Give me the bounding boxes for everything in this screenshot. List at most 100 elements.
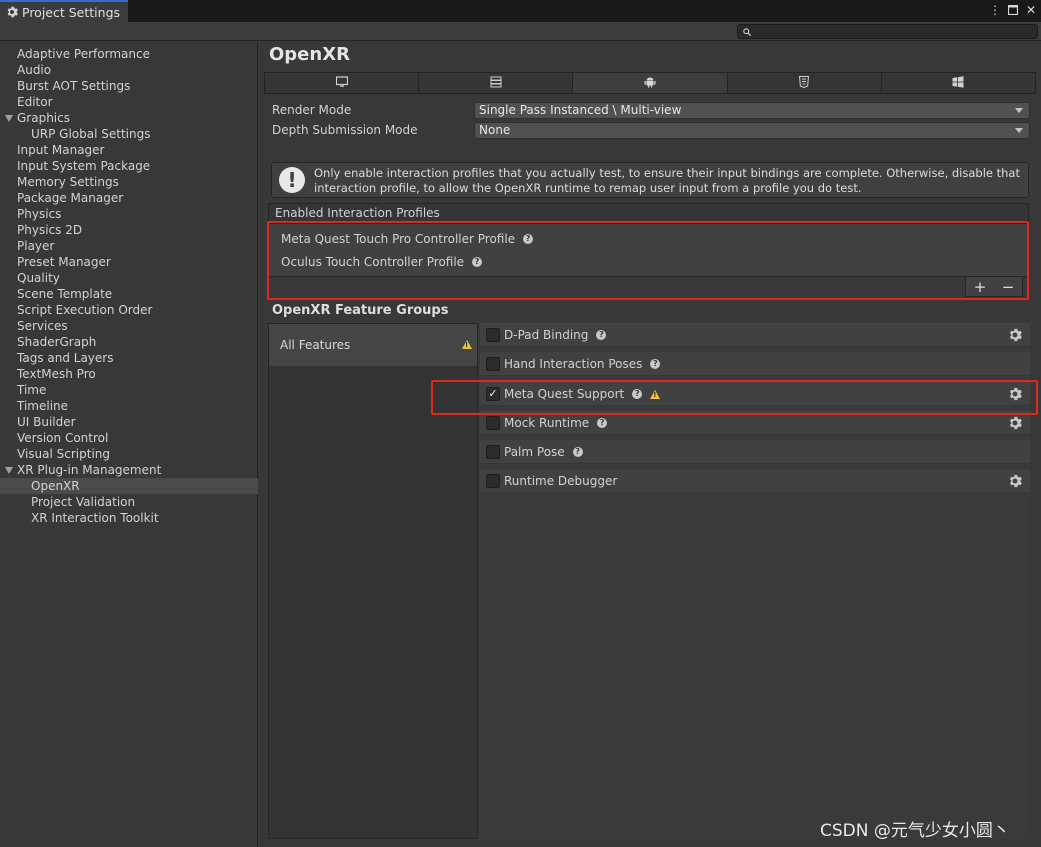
gear-icon[interactable] xyxy=(1008,416,1022,430)
sidebar-item-ui-builder[interactable]: UI Builder xyxy=(0,414,258,430)
profile-label: Oculus Touch Controller Profile xyxy=(281,255,465,269)
help-icon[interactable]: ? xyxy=(572,447,583,457)
features-list: D-Pad Binding? Hand Interaction Poses? ✓… xyxy=(480,323,1030,839)
mock-runtime-checkbox[interactable] xyxy=(486,416,500,430)
feature-label: Runtime Debugger xyxy=(504,474,618,488)
search-field[interactable] xyxy=(737,24,1038,39)
tab-windows[interactable] xyxy=(881,73,1036,93)
sidebar-item-time[interactable]: Time xyxy=(0,382,258,398)
sidebar-item-openxr[interactable]: OpenXR xyxy=(0,478,258,494)
expand-arrow-icon[interactable] xyxy=(5,467,13,474)
help-icon[interactable]: ? xyxy=(596,330,607,340)
close-icon[interactable]: ✕ xyxy=(1025,3,1037,17)
maximize-icon[interactable] xyxy=(1007,3,1019,17)
sidebar-item-tags-layers[interactable]: Tags and Layers xyxy=(0,350,258,366)
interaction-profiles-list: Meta Quest Touch Pro Controller Profile … xyxy=(268,223,1029,277)
help-icon[interactable]: ? xyxy=(472,257,483,267)
tab-desktop[interactable] xyxy=(265,73,420,93)
sidebar-item-input-manager[interactable]: Input Manager xyxy=(0,142,258,158)
window-tab[interactable]: Project Settings xyxy=(0,0,128,22)
feature-row-runtime-debugger: Runtime Debugger xyxy=(480,469,1030,493)
sidebar-item-textmesh-pro[interactable]: TextMesh Pro xyxy=(0,366,258,382)
sidebar-item-editor[interactable]: Editor xyxy=(0,94,258,110)
window-tab-strip: Project Settings ⋮ ✕ xyxy=(0,0,1041,22)
search-input[interactable] xyxy=(755,26,1025,37)
sidebar-item-project-validation[interactable]: Project Validation xyxy=(0,494,258,510)
sidebar-item-scene-template[interactable]: Scene Template xyxy=(0,286,258,302)
sidebar-item-adaptive-performance[interactable]: Adaptive Performance xyxy=(0,46,258,62)
palm-pose-checkbox[interactable] xyxy=(486,445,500,459)
depth-submission-label: Depth Submission Mode xyxy=(272,123,418,137)
hand-interaction-poses-checkbox[interactable] xyxy=(486,357,500,371)
sidebar-item-physics-2d[interactable]: Physics 2D xyxy=(0,222,258,238)
feature-groups-list: All Features xyxy=(268,323,478,839)
group-label: All Features xyxy=(280,338,351,352)
tab-webgl[interactable] xyxy=(727,73,882,93)
page-title: OpenXR xyxy=(269,44,350,65)
sidebar-item-script-execution[interactable]: Script Execution Order xyxy=(0,302,258,318)
gear-icon[interactable] xyxy=(1008,328,1022,342)
feature-row-mock-runtime: Mock Runtime? xyxy=(480,411,1030,435)
sidebar-item-xr-interaction-toolkit[interactable]: XR Interaction Toolkit xyxy=(0,510,258,526)
sidebar-item-label: Graphics xyxy=(17,111,70,125)
group-all-features[interactable]: All Features xyxy=(269,324,477,366)
sidebar-item-urp-global[interactable]: URP Global Settings xyxy=(0,126,258,142)
depth-submission-dropdown[interactable]: None xyxy=(474,122,1030,139)
add-profile-button[interactable]: + xyxy=(970,278,990,296)
sidebar-item-preset-manager[interactable]: Preset Manager xyxy=(0,254,258,270)
tab-android[interactable] xyxy=(573,73,728,93)
sidebar-item-package-manager[interactable]: Package Manager xyxy=(0,190,258,206)
sidebar-item-audio[interactable]: Audio xyxy=(0,62,258,78)
warning-icon xyxy=(650,389,661,399)
remove-profile-button[interactable]: − xyxy=(998,278,1018,296)
help-icon[interactable]: ? xyxy=(597,418,608,428)
sidebar-item-visual-scripting[interactable]: Visual Scripting xyxy=(0,446,258,462)
sidebar-item-memory-settings[interactable]: Memory Settings xyxy=(0,174,258,190)
platform-tabs xyxy=(264,72,1036,94)
search-icon xyxy=(743,25,752,39)
feature-row-hand-interaction-poses: Hand Interaction Poses? xyxy=(480,352,1030,376)
render-mode-dropdown[interactable]: Single Pass Instanced \ Multi-view xyxy=(474,102,1030,119)
sidebar-item-player[interactable]: Player xyxy=(0,238,258,254)
render-mode-row: Render Mode Single Pass Instanced \ Mult… xyxy=(272,102,1032,120)
feature-groups-title: OpenXR Feature Groups xyxy=(272,303,449,318)
gear-icon[interactable] xyxy=(1008,387,1022,401)
sidebar-item-version-control[interactable]: Version Control xyxy=(0,430,258,446)
expand-arrow-icon[interactable] xyxy=(5,115,13,122)
depth-submission-value: None xyxy=(479,123,511,137)
list-item[interactable]: Oculus Touch Controller Profile ? xyxy=(281,255,483,269)
render-mode-label: Render Mode xyxy=(272,103,352,117)
sidebar-item-burst-aot[interactable]: Burst AOT Settings xyxy=(0,78,258,94)
feature-row-palm-pose: Palm Pose? xyxy=(480,440,1030,464)
help-icon[interactable]: ? xyxy=(650,359,661,369)
feature-label: Meta Quest Support xyxy=(504,387,625,401)
sidebar-item-physics[interactable]: Physics xyxy=(0,206,258,222)
help-icon[interactable]: ? xyxy=(523,234,534,244)
more-options-icon[interactable]: ⋮ xyxy=(989,3,1001,17)
settings-toolbar xyxy=(0,22,1041,41)
list-item[interactable]: Meta Quest Touch Pro Controller Profile … xyxy=(281,232,534,246)
watermark: CSDN @元气少女小圆丶 xyxy=(820,821,1010,841)
android-icon xyxy=(644,76,656,91)
sidebar-item-shadergraph[interactable]: ShaderGraph xyxy=(0,334,258,350)
sidebar-item-timeline[interactable]: Timeline xyxy=(0,398,258,414)
window-title: Project Settings xyxy=(22,4,121,20)
settings-sidebar: Adaptive Performance Audio Burst AOT Set… xyxy=(0,42,258,847)
interaction-profiles-header: Enabled Interaction Profiles xyxy=(268,203,1029,223)
runtime-debugger-checkbox[interactable] xyxy=(486,474,500,488)
gear-icon[interactable] xyxy=(1008,474,1022,488)
dpad-binding-checkbox[interactable] xyxy=(486,328,500,342)
warning-icon xyxy=(462,340,472,349)
tab-server[interactable] xyxy=(419,73,574,93)
sidebar-item-input-system[interactable]: Input System Package xyxy=(0,158,258,174)
feature-label: Mock Runtime xyxy=(504,416,590,430)
help-icon[interactable]: ? xyxy=(632,389,643,399)
sidebar-item-xr-plugin-management[interactable]: XR Plug-in Management xyxy=(0,462,258,478)
sidebar-item-services[interactable]: Services xyxy=(0,318,258,334)
windows-icon xyxy=(952,75,964,91)
sidebar-item-graphics[interactable]: Graphics xyxy=(0,110,258,126)
feature-row-meta-quest-support: ✓ Meta Quest Support? xyxy=(480,382,1030,406)
sidebar-item-quality[interactable]: Quality xyxy=(0,270,258,286)
meta-quest-support-checkbox[interactable]: ✓ xyxy=(486,387,500,401)
depth-submission-row: Depth Submission Mode None xyxy=(272,122,1032,140)
